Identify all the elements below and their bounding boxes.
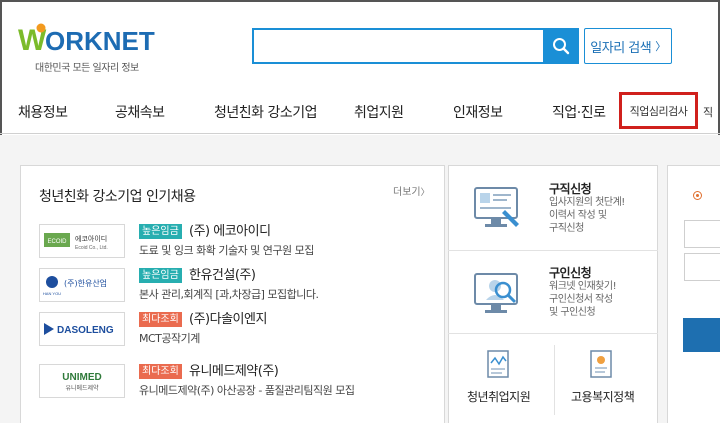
nav-item-open-recruit[interactable]: 공채속보 <box>115 102 165 122</box>
member-type-radio[interactable] <box>693 191 702 200</box>
login-button[interactable] <box>683 318 720 352</box>
services-divider <box>554 345 555 415</box>
badge-high-salary: 높은임금 <box>139 224 182 239</box>
nav-item-career[interactable]: 직업·진로 <box>552 102 606 122</box>
job-row[interactable]: HAN YOU (주)한유산업 높은임금 한유건설(주) 본사 관리,회계직 [… <box>39 268 439 310</box>
company-name[interactable]: (주) 에코아이디 <box>189 224 271 239</box>
job-description[interactable]: 유니메드제약(주) 아산공장 - 품질관리팀직원 모집 <box>139 382 355 398</box>
company-logo[interactable]: UNIMED 유니메드제약 <box>39 364 125 398</box>
company-name[interactable]: 유니메드제약(주) <box>189 364 279 379</box>
job-search-label: 일자리 검색 <box>590 40 652 56</box>
main-nav: 채용정보 공채속보 청년친화 강소기업 취업지원 인재정보 직업·진로 <box>0 88 720 134</box>
job-row[interactable]: ECOID 에코아이디 Ecoid Co., Ltd. 높은임금 (주) 에코아… <box>39 224 439 266</box>
company-logo[interactable]: DASOLENG <box>39 312 125 346</box>
nav-item-psych-test[interactable]: 직업심리검사 <box>619 92 698 129</box>
resume-monitor-icon <box>474 187 519 227</box>
svg-text:에코아이디: 에코아이디 <box>75 234 107 243</box>
recruit-apply-title: 구인신청 <box>549 266 592 280</box>
badge-high-salary: 높은임금 <box>139 268 182 283</box>
nav-item-overflow[interactable]: 직 <box>703 104 713 120</box>
password-input[interactable] <box>684 253 720 281</box>
company-name[interactable]: (주)다솔이엔지 <box>189 312 267 327</box>
badge-most-viewed: 최다조회 <box>139 312 182 327</box>
svg-text:ECOID: ECOID <box>47 239 67 245</box>
unimed-logo-icon: UNIMED 유니메드제약 <box>62 372 101 392</box>
job-row[interactable]: DASOLENG 최다조회 (주)다솔이엔지 MCT공작기계 <box>39 312 439 354</box>
badge-most-viewed: 최다조회 <box>139 364 182 379</box>
search-icon <box>553 38 570 55</box>
svg-text:UNIMED: UNIMED <box>62 372 101 383</box>
svg-text:유니메드제약: 유니메드제약 <box>65 384 99 392</box>
youth-support-label: 청년취업지원 <box>467 390 531 404</box>
company-name[interactable]: 한유건설(주) <box>189 268 256 283</box>
policy-document-icon <box>590 350 612 378</box>
employment-policy-label: 고용복지정책 <box>571 390 635 404</box>
worknet-logo-mark: W ORKNET <box>18 23 155 56</box>
job-apply-title: 구직신청 <box>549 182 592 196</box>
company-logo[interactable]: ECOID 에코아이디 Ecoid Co., Ltd. <box>39 224 125 258</box>
search-input[interactable] <box>252 28 544 64</box>
nav-item-jobs[interactable]: 채용정보 <box>18 102 68 122</box>
logo-subtitle: 대한민국 모든 일자리 정보 <box>35 63 139 74</box>
svg-text:DASOLENG: DASOLENG <box>57 325 114 336</box>
nav-item-employment-support[interactable]: 취업지원 <box>354 102 404 122</box>
dasoleng-logo-icon: DASOLENG <box>44 323 114 336</box>
search-button[interactable] <box>543 28 579 64</box>
svg-text:HAN YOU: HAN YOU <box>43 291 61 296</box>
popular-jobs-panel: 청년친화 강소기업 인기채용 더보기〉 ECOID 에코아이디 Ecoid Co… <box>20 165 445 423</box>
hanyu-logo-icon: HAN YOU (주)한유산업 <box>43 276 107 296</box>
chevron-right-icon: 〉 <box>655 40 666 53</box>
job-description[interactable]: 도료 및 잉크 화확 기술자 및 연구원 모집 <box>139 242 314 258</box>
talent-search-monitor-icon <box>474 273 518 313</box>
id-input[interactable] <box>684 220 720 248</box>
company-logo[interactable]: HAN YOU (주)한유산업 <box>39 268 125 302</box>
ecoid-logo-icon: ECOID 에코아이디 Ecoid Co., Ltd. <box>44 233 108 251</box>
panel-title: 청년친화 강소기업 인기채용 <box>39 189 196 205</box>
nav-item-youth-companies[interactable]: 청년친화 강소기업 <box>214 102 318 122</box>
services-divider <box>448 250 658 251</box>
job-description[interactable]: MCT공작기계 <box>139 330 200 346</box>
svg-text:(주)한유산업: (주)한유산업 <box>64 278 107 288</box>
job-search-button[interactable]: 일자리 검색 〉 <box>584 28 672 64</box>
recruit-apply-desc: 워크넷 인재찾기! 구인신청서 작성 및 구인신청 <box>549 281 617 318</box>
more-label: 더보기 <box>393 187 421 198</box>
chevron-right-icon: 〉 <box>420 188 430 198</box>
svg-text:Ecoid Co., Ltd.: Ecoid Co., Ltd. <box>75 245 108 251</box>
login-panel <box>667 165 720 423</box>
job-apply-desc: 입사지원의 첫단계! 이력서 작성 및 구직신청 <box>549 197 625 234</box>
job-row[interactable]: UNIMED 유니메드제약 최다조회 유니메드제약(주) 유니메드제약(주) 아… <box>39 364 439 406</box>
nav-item-talent-info[interactable]: 인재정보 <box>453 102 503 122</box>
more-link[interactable]: 더보기〉 <box>393 183 430 198</box>
document-chart-icon <box>487 350 509 378</box>
job-description[interactable]: 본사 관리,회계직 [과,차장급] 모집합니다. <box>139 286 319 302</box>
logo-text-rest: ORKNET <box>45 26 155 56</box>
services-divider <box>448 333 658 334</box>
